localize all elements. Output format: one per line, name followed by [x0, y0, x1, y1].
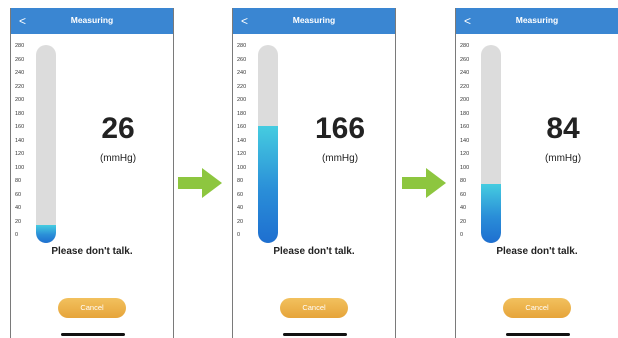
scale-tick: 140	[15, 137, 25, 144]
pressure-gauge	[36, 45, 56, 243]
scale-tick: 260	[237, 56, 247, 63]
measuring-screen-3: < Measuring 280 260 240 220 200 180 160 …	[455, 8, 618, 338]
scale-tick: 160	[237, 124, 247, 130]
scale-tick: 60	[460, 191, 467, 198]
instruction-text: Please don't talk.	[496, 246, 578, 257]
measuring-screen-2: < Measuring 280 260 240 220 200 180 160 …	[232, 8, 396, 338]
scale-tick: 220	[15, 83, 25, 90]
pressure-scale: 280 260 240 220 200 180 160 140 120 100 …	[460, 43, 478, 243]
pressure-value: 166	[314, 112, 366, 145]
pressure-gauge	[481, 45, 501, 243]
scale-tick: 240	[15, 70, 25, 76]
scale-tick: 120	[237, 151, 247, 157]
pressure-gauge	[258, 45, 278, 243]
home-indicator[interactable]	[506, 333, 570, 336]
scale-tick: 240	[460, 70, 470, 76]
cancel-button[interactable]: Cancel	[280, 298, 348, 318]
scale-tick: 40	[237, 205, 244, 211]
scale-tick: 200	[15, 97, 25, 103]
pressure-scale: 280 260 240 220 200 180 160 140 120 100 …	[15, 43, 33, 243]
scale-tick: 280	[15, 43, 25, 49]
pressure-gauge-fill	[481, 183, 501, 243]
instruction-text: Please don't talk.	[51, 246, 133, 257]
scale-tick: 280	[237, 43, 247, 49]
scale-tick: 140	[460, 137, 470, 144]
scale-tick: 220	[237, 83, 247, 90]
header: < Measuring	[456, 8, 618, 34]
pressure-value: 84	[546, 112, 580, 145]
pressure-value: 26	[101, 112, 135, 145]
cancel-button[interactable]: Cancel	[503, 298, 571, 318]
home-indicator[interactable]	[61, 333, 125, 336]
scale-tick: 240	[237, 70, 247, 76]
scale-tick: 220	[460, 83, 470, 90]
scale-tick: 40	[15, 205, 22, 211]
pressure-gauge-fill	[258, 125, 278, 243]
instruction-text: Please don't talk.	[273, 246, 355, 257]
scale-tick: 160	[460, 124, 470, 130]
scale-tick: 260	[15, 56, 25, 63]
scale-tick: 20	[460, 218, 467, 225]
scale-tick: 200	[237, 97, 247, 103]
scale-tick: 40	[460, 205, 467, 211]
scale-tick: 0	[15, 232, 19, 238]
pressure-unit: (mmHg)	[99, 153, 137, 164]
scale-tick: 80	[237, 178, 244, 184]
header: < Measuring	[11, 8, 173, 34]
scale-tick: 260	[460, 56, 470, 63]
page-title: Measuring	[70, 15, 114, 25]
scale-tick: 200	[460, 97, 470, 103]
scale-tick: 140	[237, 137, 247, 144]
scale-tick: 100	[15, 164, 25, 171]
scale-tick: 80	[460, 178, 467, 184]
arrow-right-icon	[402, 168, 446, 198]
scale-tick: 100	[460, 164, 470, 171]
scale-tick: 60	[237, 191, 244, 198]
pressure-gauge-fill	[36, 224, 56, 243]
scale-tick: 0	[460, 232, 464, 238]
pressure-unit: (mmHg)	[544, 153, 582, 164]
scale-tick: 0	[237, 232, 241, 238]
measuring-screen-1: < Measuring 280 260 240 220 200 180 160 …	[10, 8, 174, 338]
header: < Measuring	[233, 8, 395, 34]
scale-tick: 180	[15, 110, 25, 117]
scale-tick: 80	[15, 178, 22, 184]
arrow-right-icon	[178, 168, 222, 198]
scale-tick: 180	[237, 110, 247, 117]
scale-tick: 120	[460, 151, 470, 157]
scale-tick: 20	[237, 218, 244, 225]
scale-tick: 120	[15, 151, 25, 157]
scale-tick: 60	[15, 191, 22, 198]
pressure-scale: 280 260 240 220 200 180 160 140 120 100 …	[237, 43, 255, 243]
scale-tick: 180	[460, 110, 470, 117]
scale-tick: 280	[460, 43, 470, 49]
scale-tick: 100	[237, 164, 247, 171]
pressure-unit: (mmHg)	[321, 153, 359, 164]
cancel-button[interactable]: Cancel	[58, 298, 126, 318]
scale-tick: 20	[15, 218, 22, 225]
page-title: Measuring	[515, 15, 559, 25]
scale-tick: 160	[15, 124, 25, 130]
home-indicator[interactable]	[283, 333, 347, 336]
page-title: Measuring	[292, 15, 336, 25]
